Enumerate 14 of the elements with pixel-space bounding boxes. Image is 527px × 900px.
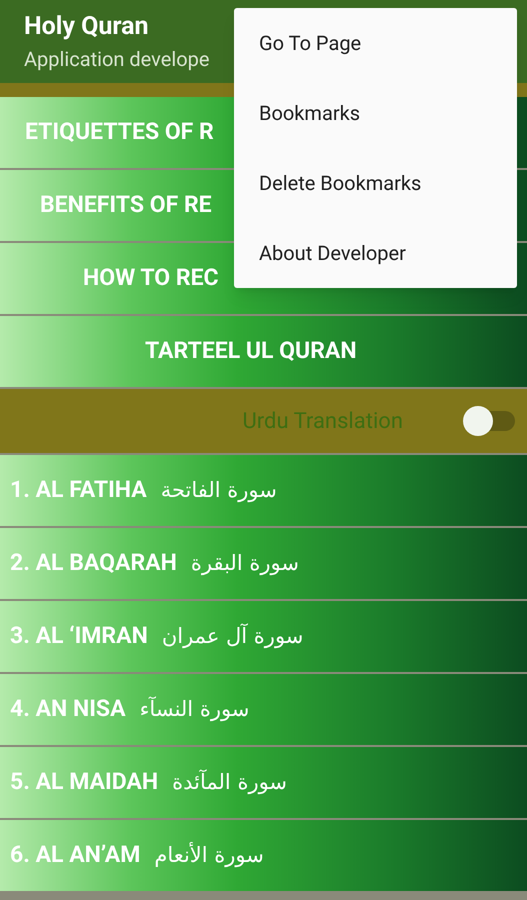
surah-arabic-name: سورة الفاتحة bbox=[160, 476, 277, 504]
surah-name: 6. AL AN’AM bbox=[10, 840, 140, 870]
surah-arabic-name: سورة آل عمران bbox=[162, 622, 304, 650]
surah-name: 2. AL BAQARAH bbox=[10, 548, 177, 578]
surah-arabic-name: سورة الأنعام bbox=[154, 841, 264, 870]
surah-arabic-name: سورة المآئدة bbox=[172, 768, 288, 796]
app-subtitle: Application develope bbox=[24, 46, 210, 72]
surah-arabic-name: سورة البقرة bbox=[190, 550, 299, 578]
surah-arabic-name: سورة النسآء bbox=[140, 695, 250, 724]
surah-name: 1. AL FATIHA bbox=[10, 475, 147, 506]
surah-name: 5. AL MAIDAH bbox=[10, 767, 158, 798]
surah-name: 4. AN NISA bbox=[10, 694, 126, 724]
translation-label: Urdu Translation bbox=[242, 408, 403, 436]
surah-name: 3. AL ‘IMRAN bbox=[10, 621, 148, 652]
